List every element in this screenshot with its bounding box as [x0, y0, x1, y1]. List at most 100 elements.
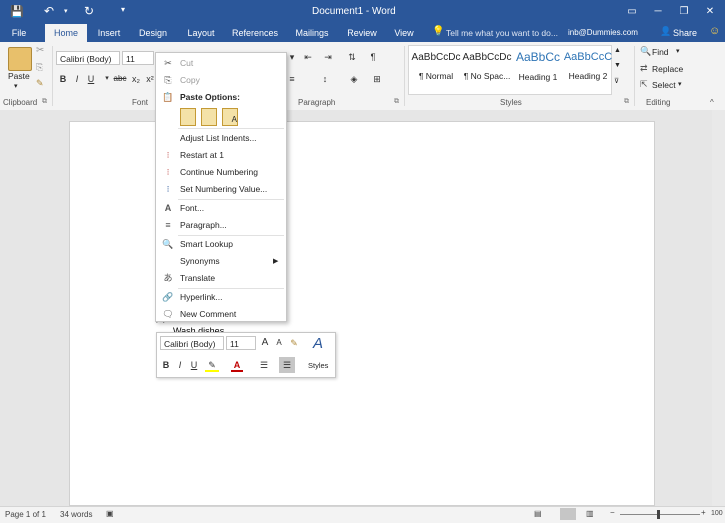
- menu-item-continue-numbering[interactable]: ⁝ Continue Numbering: [156, 164, 284, 181]
- web-layout-icon[interactable]: ▥: [586, 509, 594, 518]
- styles-more-icon[interactable]: ⊽: [614, 77, 619, 85]
- paragraph-launcher-icon[interactable]: ⧉: [394, 98, 399, 106]
- styles-scroll-up-icon[interactable]: ▲: [614, 47, 621, 54]
- find-button[interactable]: Find: [652, 47, 669, 57]
- collapse-ribbon-icon[interactable]: ^: [710, 98, 714, 107]
- copy-icon[interactable]: ⎘: [36, 62, 43, 73]
- zoom-slider-thumb[interactable]: [657, 510, 660, 519]
- sort-icon[interactable]: ⇅: [344, 50, 360, 64]
- ribbon-display-options-button[interactable]: ▭: [620, 0, 644, 24]
- italic-button[interactable]: I: [72, 72, 82, 86]
- menu-item-adjust-list-indents[interactable]: Adjust List Indents...: [156, 130, 284, 147]
- menu-item-restart-at-1[interactable]: ⁝ Restart at 1: [156, 147, 284, 164]
- find-icon[interactable]: 🔍: [640, 46, 651, 57]
- font-name-combo[interactable]: Calibri (Body): [56, 51, 120, 65]
- menu-item-paragraph[interactable]: ≡ Paragraph...: [156, 217, 284, 234]
- line-spacing-icon[interactable]: ↕: [318, 72, 332, 86]
- underline-button[interactable]: U: [86, 72, 96, 86]
- highlight-icon[interactable]: ✎: [205, 358, 219, 372]
- menu-item-smart-lookup[interactable]: 🔍 Smart Lookup: [156, 236, 284, 253]
- zoom-in-icon[interactable]: +: [701, 508, 706, 517]
- zoom-out-icon[interactable]: −: [610, 508, 615, 517]
- decrease-indent-icon[interactable]: ⇤: [300, 50, 316, 64]
- styles-icon[interactable]: A: [307, 334, 329, 354]
- font-size-combo[interactable]: 11: [122, 51, 154, 65]
- select-dropdown-icon[interactable]: ▾: [678, 80, 682, 88]
- redo-icon[interactable]: ↻: [84, 4, 94, 18]
- undo-icon[interactable]: ↶: [44, 4, 54, 18]
- clipboard-launcher-icon[interactable]: ⧉: [42, 98, 47, 106]
- paste-dropdown-icon[interactable]: ▾: [14, 82, 18, 90]
- mini-bold-button[interactable]: B: [161, 358, 171, 372]
- tab-layout[interactable]: Layout: [180, 24, 222, 42]
- tab-view[interactable]: View: [388, 24, 420, 42]
- menu-item-font[interactable]: A Font...: [156, 200, 284, 217]
- strikethrough-button[interactable]: abc: [112, 72, 128, 86]
- subscript-button[interactable]: x₂: [130, 72, 142, 86]
- styles-scroll-down-icon[interactable]: ▼: [614, 62, 621, 69]
- menu-item-synonyms[interactable]: Synonyms ▶: [156, 253, 284, 270]
- account-name[interactable]: inb@Dummies.com: [568, 28, 638, 37]
- bullets-icon[interactable]: ☰: [257, 358, 271, 372]
- zoom-slider[interactable]: [620, 514, 700, 515]
- numbering-icon[interactable]: ☰: [279, 357, 295, 373]
- menu-item-cut[interactable]: ✂ Cut: [156, 55, 284, 72]
- tab-review[interactable]: Review: [342, 24, 382, 42]
- print-layout-icon[interactable]: [560, 508, 576, 520]
- paste-text-only-icon[interactable]: A: [222, 108, 238, 126]
- tab-design[interactable]: Design: [133, 24, 173, 42]
- bold-button[interactable]: B: [58, 72, 68, 86]
- shading-icon[interactable]: ◈: [346, 72, 362, 86]
- word-count[interactable]: 34 words: [60, 510, 92, 519]
- grow-font-icon[interactable]: A: [259, 336, 271, 350]
- justify-icon[interactable]: ≡: [287, 72, 297, 86]
- font-color-icon[interactable]: A: [231, 358, 243, 372]
- restore-button[interactable]: ❐: [672, 0, 696, 24]
- minimize-button[interactable]: ─: [646, 0, 670, 24]
- select-button[interactable]: Select: [652, 80, 676, 90]
- select-icon[interactable]: ⇱: [640, 79, 648, 90]
- style-heading-2[interactable]: AaBbCcC Heading 2: [562, 46, 614, 90]
- shrink-font-icon[interactable]: A: [273, 336, 285, 350]
- paste-icon[interactable]: [8, 47, 32, 71]
- menu-item-new-comment[interactable]: 🗨 New Comment: [156, 306, 284, 323]
- tab-references[interactable]: References: [228, 24, 282, 42]
- tell-me-box[interactable]: Tell me what you want to do...: [446, 28, 558, 38]
- tab-file[interactable]: File: [4, 24, 34, 42]
- paste-merge-formatting-icon[interactable]: [201, 108, 217, 126]
- style-heading-1[interactable]: AaBbCc Heading 1: [512, 46, 564, 90]
- paste-button[interactable]: Paste: [8, 71, 30, 81]
- increase-indent-icon[interactable]: ⇥: [320, 50, 336, 64]
- close-button[interactable]: ✕: [698, 0, 722, 24]
- style-normal[interactable]: AaBbCcDc ¶ Normal: [410, 46, 462, 90]
- menu-item-hyperlink[interactable]: 🔗 Hyperlink...: [156, 289, 284, 306]
- zoom-level[interactable]: 100: [711, 510, 723, 517]
- paste-keep-source-icon[interactable]: [180, 108, 196, 126]
- tab-mailings[interactable]: Mailings: [290, 24, 334, 42]
- customize-qat-icon[interactable]: ▾: [121, 5, 125, 14]
- tab-insert[interactable]: Insert: [90, 24, 128, 42]
- page-count[interactable]: Page 1 of 1: [5, 510, 46, 519]
- tab-home[interactable]: Home: [45, 24, 87, 42]
- share-button[interactable]: Share: [673, 28, 697, 38]
- show-formatting-icon[interactable]: ¶: [366, 50, 380, 64]
- menu-item-copy[interactable]: ⎘ Copy: [156, 72, 284, 89]
- mini-font-name-combo[interactable]: Calibri (Body): [160, 336, 224, 350]
- format-painter-icon[interactable]: ✎: [36, 78, 44, 89]
- multilevel-list-dropdown-icon[interactable]: ▾: [287, 50, 297, 64]
- undo-dropdown-icon[interactable]: ▾: [64, 7, 68, 15]
- menu-item-set-numbering-value[interactable]: ⁝ Set Numbering Value...: [156, 181, 284, 198]
- find-dropdown-icon[interactable]: ▾: [676, 47, 680, 55]
- mini-font-size-combo[interactable]: 11: [226, 336, 256, 350]
- style-no-spacing[interactable]: AaBbCcDc ¶ No Spac...: [461, 46, 513, 90]
- replace-button[interactable]: Replace: [652, 64, 683, 74]
- format-painter-icon[interactable]: ✎: [287, 336, 301, 350]
- styles-launcher-icon[interactable]: ⧉: [624, 98, 629, 106]
- borders-icon[interactable]: ⊞: [370, 72, 384, 86]
- menu-item-translate[interactable]: あ Translate: [156, 270, 284, 287]
- share-icon[interactable]: 👤: [660, 26, 671, 37]
- mini-italic-button[interactable]: I: [175, 358, 185, 372]
- vertical-scrollbar[interactable]: [712, 110, 725, 506]
- read-mode-icon[interactable]: ▤: [534, 509, 542, 518]
- replace-icon[interactable]: ⇄: [640, 63, 648, 74]
